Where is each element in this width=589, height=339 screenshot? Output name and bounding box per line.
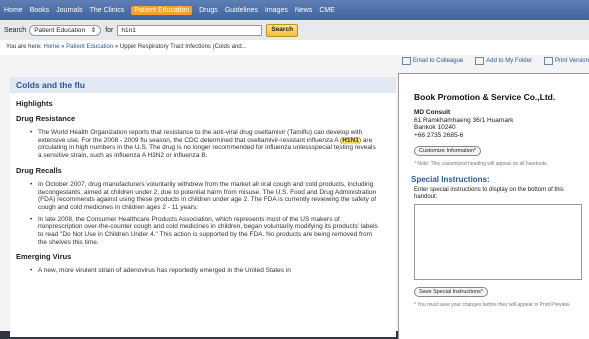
dropdown-arrow-icon: ⇕ bbox=[90, 27, 97, 34]
drug-resistance-list: The World Health Organization reports th… bbox=[30, 129, 396, 160]
nav-patient-education[interactable]: Patient Education bbox=[131, 5, 193, 15]
breadcrumb-prefix: You are here: bbox=[6, 44, 42, 50]
breadcrumb-item-home[interactable]: Home bbox=[43, 44, 59, 50]
email-to-colleague-link[interactable]: Email to Colleague bbox=[401, 57, 464, 65]
add-to-folder-label: Add to My Folder bbox=[486, 58, 532, 64]
save-note: * You must save your changes before they… bbox=[414, 302, 571, 308]
folder-icon bbox=[475, 57, 485, 65]
nav-cme[interactable]: CME bbox=[319, 7, 335, 14]
list-item: In late 2008, the Consumer Healthcare Pr… bbox=[30, 216, 378, 247]
breadcrumb: You are here: Home » Patient Education »… bbox=[0, 40, 589, 55]
address-line-1: 61 Ramkhamhaeng 36/1 Huamark bbox=[414, 116, 514, 124]
nav-books[interactable]: Books bbox=[30, 7, 49, 14]
emerging-virus-list: A new, more virulent strain of adenoviru… bbox=[30, 267, 396, 275]
customize-note: * Note: This customized heading will app… bbox=[414, 161, 548, 167]
organization-name: Book Promotion & Service Co.,Ltd. bbox=[414, 92, 556, 102]
nav-the-clinics[interactable]: The Clinics bbox=[90, 7, 125, 14]
search-scope-select[interactable]: Patient Education ⇕ bbox=[29, 24, 102, 36]
section-heading-drug-recalls: Drug Recalls bbox=[16, 165, 62, 175]
search-bar: Search Patient Education ⇕ for h1n1 Sear… bbox=[0, 20, 589, 40]
envelope-icon bbox=[401, 57, 411, 65]
list-item: In October 2007, drug manufacturers volu… bbox=[30, 181, 378, 212]
section-heading-emerging-virus: Emerging Virus bbox=[16, 252, 72, 262]
article: Colds and the flu Highlights Drug Resist… bbox=[10, 77, 396, 337]
nav-images[interactable]: Images bbox=[265, 7, 288, 14]
list-item: A new, more virulent strain of adenoviru… bbox=[30, 267, 378, 275]
top-navigation: Home Books Journals The Clinics Patient … bbox=[0, 0, 589, 20]
drug-recalls-list: In October 2007, drug manufacturers volu… bbox=[30, 181, 396, 247]
nav-news[interactable]: News bbox=[295, 7, 313, 14]
section-heading-drug-resistance: Drug Resistance bbox=[16, 114, 76, 123]
search-label: Search bbox=[4, 26, 27, 34]
search-scope-value: Patient Education bbox=[34, 26, 86, 34]
nav-guidelines[interactable]: Guidelines bbox=[225, 7, 258, 14]
page-tools: Email to Colleague Add to My Folder Prin… bbox=[390, 57, 589, 65]
search-input[interactable]: h1n1 bbox=[117, 24, 263, 36]
print-version-label: Print Version bbox=[554, 58, 589, 64]
list-item: The World Health Organization reports th… bbox=[30, 129, 378, 160]
email-to-colleague-label: Email to Colleague bbox=[412, 58, 464, 64]
breadcrumb-item-current: Upper Respiratory Tract Infections (Cold… bbox=[119, 44, 247, 50]
main-content: Email to Colleague Add to My Folder Prin… bbox=[0, 55, 589, 339]
search-highlight: H1N1 bbox=[342, 136, 359, 144]
breadcrumb-item-patient-education[interactable]: Patient Education bbox=[66, 44, 113, 50]
address-line-2: Bankok 10240 bbox=[414, 124, 456, 131]
nav-journals[interactable]: Journals bbox=[56, 7, 82, 14]
search-button[interactable]: Search bbox=[266, 23, 299, 37]
handout-customization-panel: Book Promotion & Service Co.,Ltd. MD Con… bbox=[398, 73, 589, 339]
customize-information-button[interactable]: Customize Information* bbox=[414, 146, 482, 156]
printer-icon bbox=[543, 57, 553, 65]
organization-address: MD Consult 61 Ramkhamhaeng 36/1 Huamark … bbox=[414, 109, 589, 139]
nav-drugs[interactable]: Drugs bbox=[199, 7, 218, 14]
article-title: Colds and the flu bbox=[10, 77, 396, 93]
phone-number: +66 2735 2685-6 bbox=[414, 131, 464, 139]
print-version-link[interactable]: Print Version bbox=[543, 57, 589, 65]
special-instructions-textarea[interactable] bbox=[414, 204, 582, 280]
for-label: for bbox=[105, 26, 114, 34]
consult-name: MD Consult bbox=[414, 109, 451, 116]
save-special-instructions-button[interactable]: Save Special Instructions* bbox=[414, 287, 488, 297]
nav-home[interactable]: Home bbox=[4, 7, 23, 14]
highlights-heading: Highlights bbox=[16, 99, 53, 108]
add-to-folder-link[interactable]: Add to My Folder bbox=[475, 57, 532, 65]
special-instructions-description: Enter special instructions to display on… bbox=[414, 187, 564, 200]
special-instructions-title: Special Instructions: bbox=[411, 175, 490, 184]
